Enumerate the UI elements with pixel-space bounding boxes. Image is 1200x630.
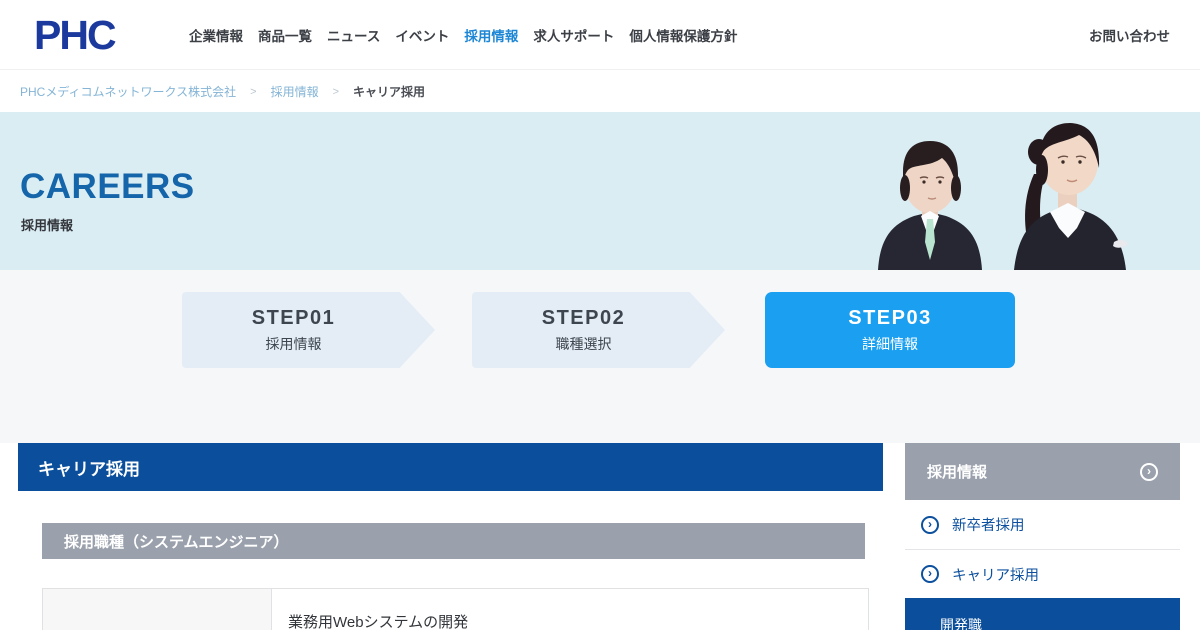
subsection-title-bar: 採用職種（システムエンジニア） <box>42 523 865 559</box>
chevron-right-icon: > <box>332 85 340 98</box>
main-nav: 企業情報 商品一覧 ニュース イベント 採用情報 求人サポート 個人情報保護方針 <box>189 0 737 70</box>
nav-item-job-support[interactable]: 求人サポート <box>533 25 614 45</box>
step-03-label: 詳細情報 <box>862 335 918 352</box>
table-row-value: 業務用Webシステムの開発 <box>288 614 469 630</box>
page-title: CAREERS <box>20 167 195 206</box>
step-01[interactable]: STEP01 採用情報 <box>182 292 435 368</box>
sidebar-item-label: 開発職 <box>940 617 982 630</box>
table-row-header <box>43 589 272 630</box>
sidebar-item-development-active[interactable]: 開発職 <box>905 598 1180 630</box>
woman-figure <box>1014 123 1128 270</box>
recruit-sidebar: 採用情報 › › 新卒者採用 › キャリア採用 開発職 <box>905 443 1180 630</box>
chevron-right-circle-icon: › <box>921 515 939 534</box>
section-title-bar: キャリア採用 <box>18 443 883 491</box>
sidebar-title: 採用情報 <box>927 464 988 481</box>
step-01-label: 採用情報 <box>265 335 322 352</box>
nav-item-events[interactable]: イベント <box>395 25 449 45</box>
step-02[interactable]: STEP02 職種選択 <box>472 292 725 368</box>
contact-link[interactable]: お問い合わせ <box>1089 0 1170 70</box>
top-navbar: PHC 企業情報 商品一覧 ニュース イベント 採用情報 求人サポート 個人情報… <box>0 0 1200 70</box>
step-03-active[interactable]: STEP03 詳細情報 <box>765 292 1015 368</box>
sidebar-item-new-graduates[interactable]: › 新卒者採用 <box>905 500 1180 549</box>
breadcrumb-current: キャリア採用 <box>353 85 426 99</box>
man-figure <box>878 141 982 270</box>
step-02-label: 職種選択 <box>555 335 612 352</box>
nav-item-recruit[interactable]: 採用情報 <box>464 25 518 45</box>
step-03-number: STEP03 <box>848 306 932 329</box>
sidebar-item-career[interactable]: › キャリア採用 <box>905 549 1180 598</box>
nav-item-company[interactable]: 企業情報 <box>189 25 243 45</box>
job-detail-table: 業務用Webシステムの開発 <box>42 588 869 630</box>
sidebar-item-label: キャリア採用 <box>952 567 1039 584</box>
sidebar-item-label: 新卒者採用 <box>952 518 1025 534</box>
step-02-number: STEP02 <box>541 306 626 329</box>
nav-item-privacy-policy[interactable]: 個人情報保護方針 <box>629 25 737 45</box>
breadcrumb: PHCメディコムネットワークス株式会社 > 採用情報 > キャリア採用 <box>0 71 1200 112</box>
application-steps: STEP01 採用情報 STEP02 職種選択 STEP03 詳細情報 <box>0 270 1200 443</box>
business-people-photo <box>878 123 1128 270</box>
chevron-right-circle-icon: › <box>921 565 939 583</box>
chevron-right-icon: > <box>250 85 257 98</box>
breadcrumb-home[interactable]: PHCメディコムネットワークス株式会社 <box>20 83 236 100</box>
careers-page: PHC 企業情報 商品一覧 ニュース イベント 採用情報 求人サポート 個人情報… <box>0 0 1200 630</box>
phc-logo[interactable]: PHC <box>34 11 117 59</box>
hero-banner: CAREERS 採用情報 <box>0 112 1200 270</box>
page-subtitle: 採用情報 <box>21 218 74 233</box>
breadcrumb-recruit[interactable]: 採用情報 <box>271 83 319 100</box>
sidebar-header[interactable]: 採用情報 › <box>905 443 1180 500</box>
nav-item-news[interactable]: ニュース <box>327 25 380 45</box>
chevron-right-circle-icon: › <box>1140 462 1158 481</box>
step-01-number: STEP01 <box>251 306 336 329</box>
nav-item-products[interactable]: 商品一覧 <box>258 25 312 45</box>
